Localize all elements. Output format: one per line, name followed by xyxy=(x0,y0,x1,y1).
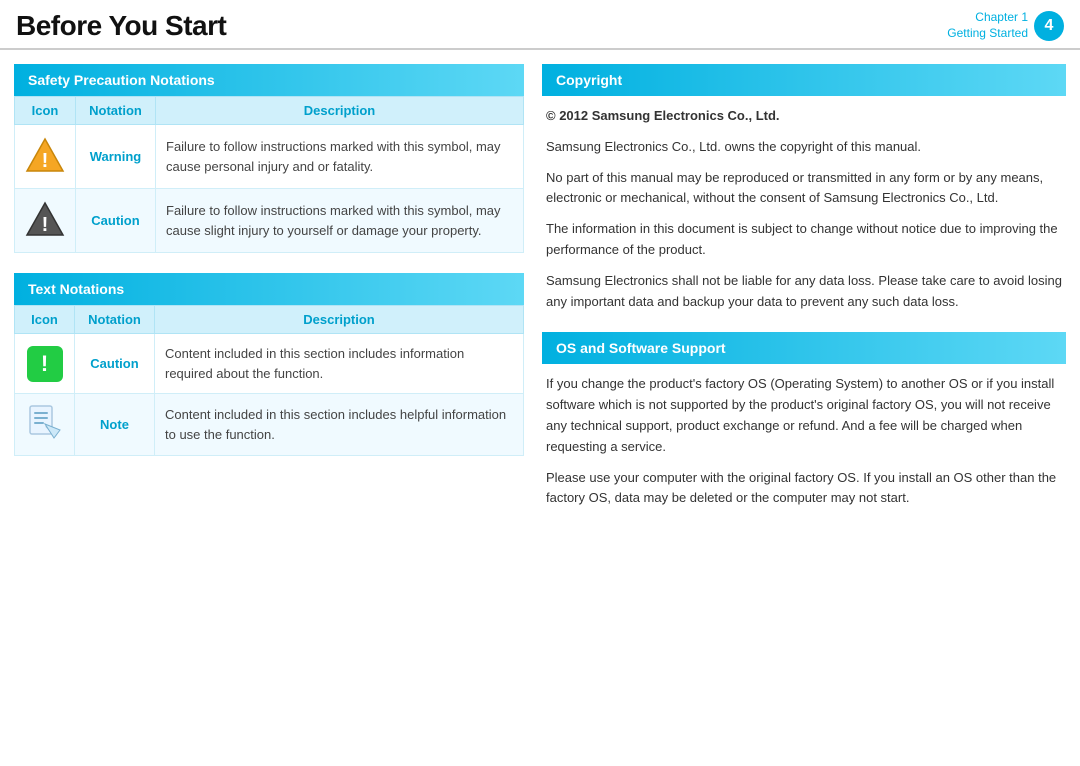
getting-started-label: Getting Started xyxy=(947,26,1028,42)
caution-green-icon: ! xyxy=(27,346,63,382)
copyright-p4: Samsung Electronics shall not be liable … xyxy=(546,271,1062,313)
table-row: ! Warning Failure to follow instructions… xyxy=(15,125,524,189)
warning-description: Failure to follow instructions marked wi… xyxy=(156,125,524,189)
note-description: Content included in this section include… xyxy=(155,394,524,456)
text-section: Text Notations Icon Notation Description… xyxy=(14,273,524,456)
copyright-bold: © 2012 Samsung Electronics Co., Ltd. xyxy=(546,106,1062,127)
text-table: Icon Notation Description ! Caution Cont… xyxy=(14,305,524,456)
caution-text-notation: Caution xyxy=(75,334,155,394)
table-row: ! Caution Content included in this secti… xyxy=(15,334,524,394)
caution-triangle-icon: ! xyxy=(25,199,65,239)
warning-notation: Warning xyxy=(76,125,156,189)
warning-icon-cell: ! xyxy=(15,125,76,189)
note-paper-icon xyxy=(26,404,64,442)
svg-text:!: ! xyxy=(42,214,49,236)
chapter-text: Chapter 1 Getting Started xyxy=(947,10,1028,41)
safety-table: Icon Notation Description ! xyxy=(14,96,524,253)
caution-icon-cell: ! xyxy=(15,189,76,253)
caution-description: Failure to follow instructions marked wi… xyxy=(156,189,524,253)
os-section-header: OS and Software Support xyxy=(542,332,1066,364)
os-p1: If you change the product's factory OS (… xyxy=(546,374,1062,457)
svg-text:!: ! xyxy=(42,150,49,172)
note-notation: Note xyxy=(75,394,155,456)
copyright-p3: The information in this document is subj… xyxy=(546,219,1062,261)
col-notation: Notation xyxy=(76,97,156,125)
copyright-p1: Samsung Electronics Co., Ltd. owns the c… xyxy=(546,137,1062,158)
caution-text-description: Content included in this section include… xyxy=(155,334,524,394)
safety-section: Safety Precaution Notations Icon Notatio… xyxy=(14,64,524,253)
caution-green-icon-cell: ! xyxy=(15,334,75,394)
col-icon: Icon xyxy=(15,97,76,125)
os-section: OS and Software Support If you change th… xyxy=(542,332,1066,509)
chapter-label: Chapter 1 xyxy=(947,10,1028,26)
page-number-badge: 4 xyxy=(1034,11,1064,41)
text-section-header: Text Notations xyxy=(14,273,524,305)
table-row: Note Content included in this section in… xyxy=(15,394,524,456)
warning-triangle-icon: ! xyxy=(25,135,65,175)
os-p2: Please use your computer with the origin… xyxy=(546,468,1062,510)
page-title: Before You Start xyxy=(16,10,226,42)
col-description-2: Description xyxy=(155,306,524,334)
copyright-section: Copyright © 2012 Samsung Electronics Co.… xyxy=(542,64,1066,312)
left-column: Safety Precaution Notations Icon Notatio… xyxy=(14,64,524,529)
right-column: Copyright © 2012 Samsung Electronics Co.… xyxy=(542,64,1066,529)
note-icon-cell xyxy=(15,394,75,456)
col-notation-2: Notation xyxy=(75,306,155,334)
col-description: Description xyxy=(156,97,524,125)
table-row: ! Caution Failure to follow instructions… xyxy=(15,189,524,253)
col-icon-2: Icon xyxy=(15,306,75,334)
caution-notation: Caution xyxy=(76,189,156,253)
safety-section-header: Safety Precaution Notations xyxy=(14,64,524,96)
main-content: Safety Precaution Notations Icon Notatio… xyxy=(0,50,1080,543)
chapter-info: Chapter 1 Getting Started 4 xyxy=(947,10,1064,41)
page-header: Before You Start Chapter 1 Getting Start… xyxy=(0,0,1080,50)
copyright-section-header: Copyright xyxy=(542,64,1066,96)
copyright-p2: No part of this manual may be reproduced… xyxy=(546,168,1062,210)
